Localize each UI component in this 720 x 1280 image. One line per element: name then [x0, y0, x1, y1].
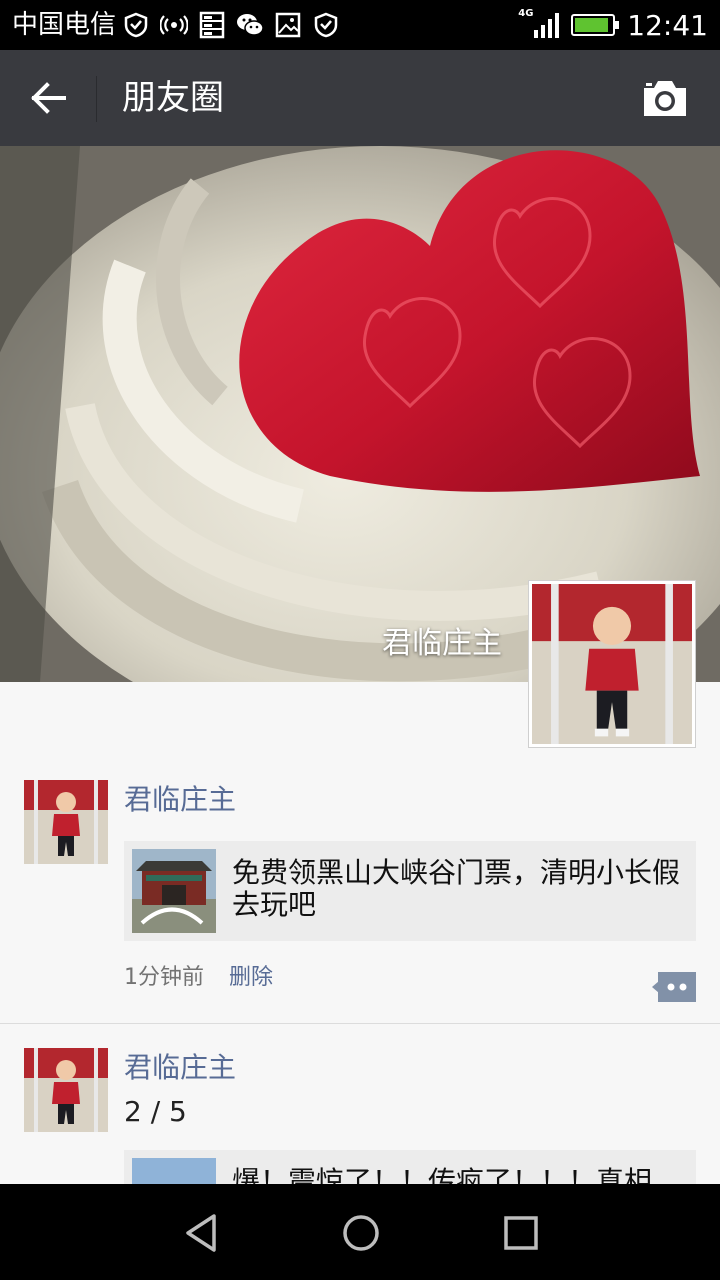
camera-button[interactable]	[640, 76, 690, 120]
arrow-left-icon	[31, 82, 66, 114]
recents-square-icon[interactable]	[496, 1208, 546, 1258]
comment-button[interactable]	[652, 972, 696, 1002]
post-2: 君临庄主 2 / 5 爆！震惊了！！传疯了！！！真相	[0, 1048, 720, 1184]
post-divider	[0, 1023, 720, 1024]
post-1: 君临庄主 免费领黑山大峡谷门票，清明小长假去玩吧 1分钟前 删除	[0, 780, 720, 1022]
post-author[interactable]: 君临庄主	[124, 780, 236, 820]
cell-signal-icon: 4G	[518, 8, 560, 38]
image-icon	[275, 12, 301, 38]
moments-feed[interactable]: 君临庄主 君临庄主 免费领黑山大峡谷门票，清明小长假去玩吧 1分钟前 删除 君临…	[0, 146, 720, 1184]
gate-image	[132, 849, 216, 933]
share-thumbnail	[132, 849, 216, 933]
camera-icon	[644, 81, 686, 116]
avatar-image	[24, 780, 108, 864]
profile-avatar[interactable]	[528, 580, 696, 748]
avatar-image	[532, 584, 692, 744]
navigation-bar	[0, 1184, 720, 1280]
post-author[interactable]: 君临庄主	[124, 1048, 236, 1088]
network-type: 4G	[518, 8, 534, 19]
share-card[interactable]: 免费领黑山大峡谷门票，清明小长假去玩吧	[124, 841, 696, 941]
post-avatar[interactable]	[24, 780, 108, 864]
share-title: 爆！震惊了！！传疯了！！！真相	[232, 1165, 653, 1185]
status-bar: 中国电信 4G 12:41	[0, 0, 720, 50]
battery-icon	[571, 14, 620, 36]
share-title: 免费领黑山大峡谷门票，清明小长假去玩吧	[232, 856, 681, 921]
carrier-label: 中国电信	[12, 10, 117, 40]
post-text: 2 / 5	[124, 1095, 187, 1128]
avatar-image	[24, 1048, 108, 1132]
comment-icon	[652, 972, 696, 1002]
shield-icon	[314, 12, 338, 38]
delete-link[interactable]: 删除	[229, 962, 273, 994]
post-time: 1分钟前	[124, 965, 204, 990]
landscape-image	[132, 1158, 216, 1184]
share-card[interactable]: 爆！震惊了！！传疯了！！！真相	[124, 1150, 696, 1184]
battery-level	[575, 18, 608, 32]
radio-signal-icon	[160, 15, 188, 35]
back-triangle-icon[interactable]	[176, 1208, 226, 1258]
notification-icons	[122, 10, 340, 40]
wechat-icon	[237, 14, 264, 36]
title-divider	[96, 76, 97, 122]
post-avatar[interactable]	[24, 1048, 108, 1132]
page-title: 朋友圈	[122, 78, 224, 118]
home-circle-icon[interactable]	[336, 1208, 386, 1258]
title-bar: 朋友圈	[0, 50, 720, 146]
share-thumbnail	[132, 1158, 216, 1184]
clock: 12:41	[627, 8, 708, 42]
storage-icon	[199, 11, 225, 39]
cover-owner-name: 君临庄主	[382, 626, 502, 661]
shield-icon	[124, 12, 148, 38]
back-button[interactable]	[22, 72, 76, 124]
